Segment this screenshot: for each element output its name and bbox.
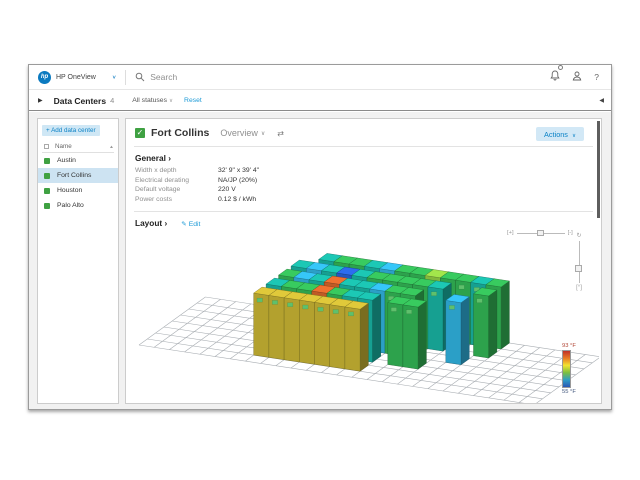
list-item-label: Palo Alto xyxy=(57,202,84,209)
layout-section-heading-row: Layout › ✎ Edit xyxy=(126,212,601,228)
add-data-center-button[interactable]: + Add data center xyxy=(42,125,100,136)
reset-filter-link[interactable]: Reset xyxy=(184,97,202,104)
field-value: 32' 9" x 39' 4" xyxy=(218,166,259,176)
field-label: Power costs xyxy=(135,195,218,205)
tilt-slider-track[interactable] xyxy=(579,241,580,283)
field-value: NA/JP (20%) xyxy=(218,176,257,186)
help-icon[interactable]: ? xyxy=(594,72,599,82)
status-ok-icon xyxy=(44,158,50,164)
zoom-in-icon[interactable]: [+] xyxy=(507,230,514,236)
list-header[interactable]: Name ▲ xyxy=(42,141,114,153)
zoom-slider-handle[interactable] xyxy=(537,230,544,236)
search-icon xyxy=(135,72,145,82)
rotate-icon[interactable]: ↻ xyxy=(576,232,581,239)
field-label: Default voltage xyxy=(135,185,218,195)
status-ok-check-icon: ✓ xyxy=(135,128,145,138)
breadcrumb-bar: ▶ Data Centers 4 All statuses ∨ Reset ◀ xyxy=(29,91,611,111)
tilt-slider-handle[interactable] xyxy=(575,265,582,272)
hp-logo-text: hp xyxy=(41,74,48,80)
detail-panel: ✓ Fort Collins Overview ∨ ⇄ Actions ∨ Gen… xyxy=(125,118,602,404)
notification-badge xyxy=(558,65,563,70)
field-label: Electrical derating xyxy=(135,176,218,186)
temperature-min-label: 55 °F xyxy=(562,389,576,395)
status-ok-icon xyxy=(44,203,50,209)
general-row: Default voltage 220 V xyxy=(126,185,601,195)
general-row: Power costs 0.12 $ / kWh xyxy=(126,195,601,205)
field-label: Width x depth xyxy=(135,166,218,176)
page-title: Data Centers xyxy=(54,96,106,106)
data-center-title: Fort Collins xyxy=(151,127,209,139)
app-window: hp HP OneView ∨ Search ? xyxy=(28,64,612,410)
actions-chevron-icon: ∨ xyxy=(572,133,576,139)
resource-count: 4 xyxy=(110,96,114,105)
user-icon[interactable] xyxy=(572,68,582,86)
actions-button[interactable]: Actions ∨ xyxy=(536,127,584,141)
status-ok-icon xyxy=(44,173,50,179)
data-center-list-panel: + Add data center Name ▲ Austin Fort Col… xyxy=(37,118,119,404)
list-item-label: Houston xyxy=(57,187,82,194)
related-views-icon[interactable]: ⇄ xyxy=(277,129,284,138)
search-input[interactable]: Search xyxy=(150,72,177,82)
expand-menu-icon[interactable]: ▶ xyxy=(38,97,43,104)
scrollbar-thumb[interactable] xyxy=(597,121,600,218)
actions-label: Actions xyxy=(544,130,568,139)
general-section-heading[interactable]: General › xyxy=(126,147,601,166)
list-item-austin[interactable]: Austin xyxy=(38,153,118,168)
top-bar: hp HP OneView ∨ Search ? xyxy=(29,65,611,90)
general-row: Width x depth 32' 9" x 39' 4" xyxy=(126,166,601,176)
brand-title: HP OneView xyxy=(56,74,96,81)
brand-menu-chevron-icon[interactable]: ∨ xyxy=(112,74,116,80)
general-row: Electrical derating NA/JP (20%) xyxy=(126,176,601,186)
list-item-houston[interactable]: Houston xyxy=(38,183,118,198)
field-value: 0.12 $ / kWh xyxy=(218,195,256,205)
filter-chevron-icon: ∨ xyxy=(169,98,173,104)
zoom-slider-track[interactable] xyxy=(517,233,565,234)
status-column-icon xyxy=(44,144,49,149)
list-item-fort-collins[interactable]: Fort Collins xyxy=(38,168,118,183)
list-item-label: Fort Collins xyxy=(57,172,91,179)
status-filter-dropdown[interactable]: All statuses xyxy=(132,97,167,104)
hp-logo-icon[interactable]: hp xyxy=(38,71,51,84)
notifications-bell-icon[interactable] xyxy=(550,68,560,86)
temperature-legend: 93 °F 55 °F xyxy=(562,343,576,395)
view-chevron-icon: ∨ xyxy=(261,130,265,137)
tilt-slider[interactable]: ↻ [°] xyxy=(573,232,585,291)
sort-ascending-icon: ▲ xyxy=(109,144,114,149)
content-area: + Add data center Name ▲ Austin Fort Col… xyxy=(29,112,611,409)
topbar-divider xyxy=(125,70,126,85)
zoom-slider[interactable]: [+] [-] xyxy=(507,230,573,236)
zoom-out-icon[interactable]: [-] xyxy=(568,230,573,236)
list-item-palo-alto[interactable]: Palo Alto xyxy=(38,198,118,213)
status-ok-icon xyxy=(44,188,50,194)
field-value: 220 V xyxy=(218,185,236,195)
list-item-label: Austin xyxy=(57,157,76,164)
name-column-label: Name xyxy=(55,143,72,150)
temperature-max-label: 93 °F xyxy=(562,343,576,349)
tilt-icon: [°] xyxy=(576,285,582,291)
view-selector-dropdown[interactable]: Overview xyxy=(220,128,258,138)
collapse-panel-icon[interactable]: ◀ xyxy=(599,97,604,104)
topbar-icons: ? xyxy=(550,68,599,86)
temperature-gradient-bar xyxy=(562,350,571,388)
detail-header: ✓ Fort Collins Overview ∨ ⇄ xyxy=(126,119,601,144)
layout-3d-viewport[interactable] xyxy=(129,227,599,404)
